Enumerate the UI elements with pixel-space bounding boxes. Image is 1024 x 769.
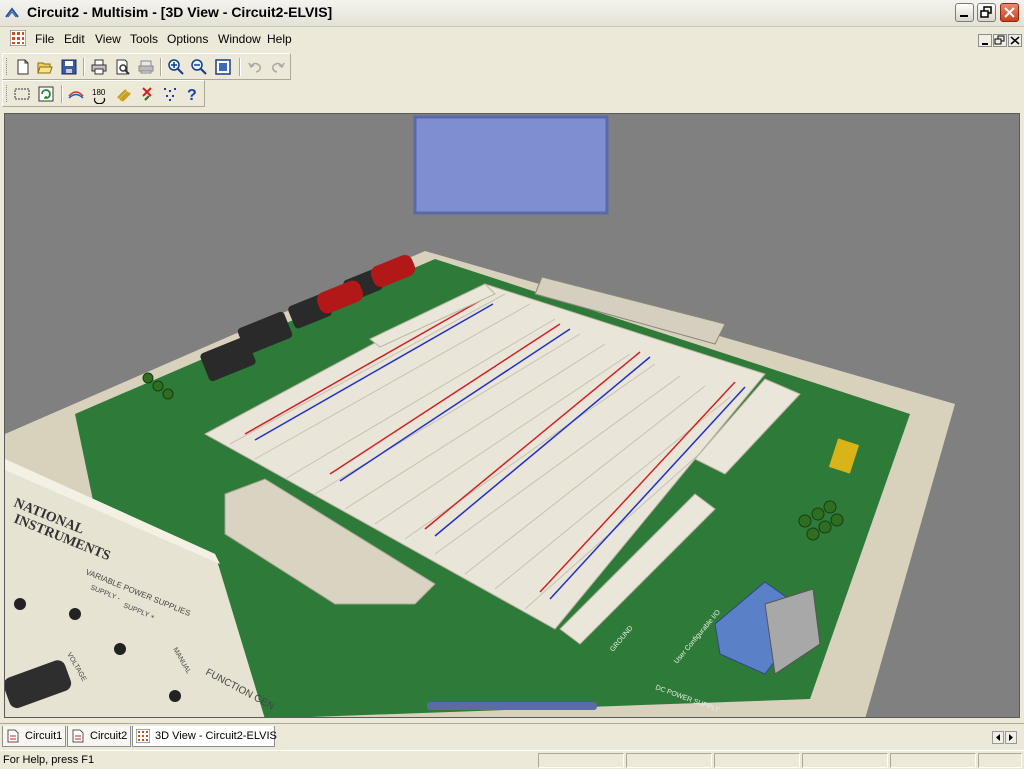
toolbar-grip[interactable] [6, 85, 10, 102]
multisim-app-icon[interactable] [4, 5, 20, 21]
restore-button[interactable] [977, 3, 996, 22]
minimize-icon [960, 15, 968, 17]
mdi-minimize-button[interactable] [978, 34, 992, 47]
document-tab-bar: Circuit1 Circuit2 3D View - Circuit2-ELV… [0, 723, 1024, 750]
menu-window[interactable]: Window [218, 32, 261, 46]
status-pane [802, 753, 888, 768]
menu-bar: File Edit View Tools Options Window Help [0, 27, 1024, 51]
3d-viewport[interactable]: NATIONAL INSTRUMENTS VARIABLE POWER SUPP… [4, 113, 1020, 718]
status-pane [714, 753, 800, 768]
new-button[interactable] [13, 57, 33, 77]
display-panel [413, 115, 609, 215]
close-icon [1010, 36, 1020, 45]
status-pane [538, 753, 624, 768]
open-button[interactable] [35, 57, 55, 77]
status-bar: For Help, press F1 [0, 750, 1024, 769]
menu-view[interactable]: View [95, 32, 121, 46]
restore-icon [994, 35, 1005, 45]
redo-button[interactable] [268, 57, 288, 77]
snap-icon [164, 88, 176, 101]
bottom-handle [427, 702, 597, 710]
toolbar-grip[interactable] [6, 58, 10, 75]
standard-toolbar [2, 53, 291, 80]
tab-label: Circuit2 [90, 730, 128, 742]
components-button[interactable] [114, 84, 134, 104]
save-button[interactable] [59, 57, 79, 77]
status-help-text: For Help, press F1 [3, 754, 95, 766]
help-icon: ? [187, 87, 197, 102]
tab-circuit1[interactable]: Circuit1 [2, 726, 66, 747]
arrow-right-icon [1009, 734, 1013, 741]
snap-button[interactable] [160, 84, 180, 104]
wire-icon [68, 91, 84, 99]
print-preview-icon [116, 59, 130, 75]
title-bar[interactable]: Circuit2 - Multisim - [3D View - Circuit… [0, 0, 1024, 27]
menu-options[interactable]: Options [167, 32, 208, 46]
new-file-icon [17, 59, 29, 75]
undo-icon [248, 62, 261, 73]
zoom-in-button[interactable] [166, 57, 186, 77]
elvis-3d-scene[interactable]: NATIONAL INSTRUMENTS VARIABLE POWER SUPP… [5, 114, 1020, 718]
restore-icon [980, 6, 992, 18]
print-button[interactable] [89, 57, 109, 77]
arrow-left-icon [996, 734, 1000, 741]
tab-scroll-left-button[interactable] [992, 731, 1004, 744]
minimize-icon [982, 43, 988, 45]
rotate-180-button[interactable]: 180 [89, 84, 109, 104]
tab-label: Circuit1 [25, 730, 63, 742]
tab-scroll-right-button[interactable] [1005, 731, 1017, 744]
delete-marker-icon [142, 87, 152, 101]
circuit-doc-icon [72, 729, 84, 743]
circuit-doc-icon [7, 729, 19, 743]
refresh-button[interactable] [36, 84, 56, 104]
zoom-in-icon [168, 59, 184, 75]
menu-edit[interactable]: Edit [64, 32, 85, 46]
3d-toolbar: 180 ? [2, 80, 205, 107]
document-grid-icon [136, 729, 150, 743]
status-pane [626, 753, 712, 768]
redo-icon [272, 62, 285, 73]
svg-text:?: ? [187, 87, 197, 102]
select-region-icon [14, 88, 30, 100]
window-title: Circuit2 - Multisim - [3D View - Circuit… [27, 4, 333, 20]
minimize-button[interactable] [955, 3, 974, 22]
tab-label: 3D View - Circuit2-ELVIS [155, 730, 277, 742]
mdi-close-button[interactable] [1008, 34, 1022, 47]
close-button[interactable] [1000, 3, 1019, 22]
zoom-fit-icon [215, 59, 231, 75]
undo-button[interactable] [245, 57, 265, 77]
refresh-icon [38, 86, 54, 102]
rotate-180-icon: 180 [92, 88, 106, 104]
components-icon [117, 89, 131, 102]
print-circuit-button[interactable] [136, 57, 156, 77]
help-button[interactable]: ? [182, 84, 202, 104]
zoom-fit-button[interactable] [213, 57, 233, 77]
mdi-restore-button[interactable] [993, 34, 1007, 47]
zoom-out-icon [191, 59, 207, 75]
menu-file[interactable]: File [35, 32, 54, 46]
tab-circuit2[interactable]: Circuit2 [67, 726, 131, 747]
wire-button[interactable] [66, 84, 86, 104]
document-grid-icon[interactable] [10, 30, 26, 46]
menu-help[interactable]: Help [267, 32, 292, 46]
print-icon [91, 59, 107, 75]
zoom-out-button[interactable] [189, 57, 209, 77]
status-pane [978, 753, 1022, 768]
print-preview-button[interactable] [113, 57, 133, 77]
rotate-label: 180 [92, 88, 106, 97]
open-folder-icon [37, 62, 53, 74]
delete-marker-button[interactable] [137, 84, 157, 104]
print-circuit-icon [138, 60, 154, 74]
close-icon [1004, 7, 1015, 18]
select-region-button[interactable] [12, 84, 32, 104]
save-icon [61, 59, 77, 75]
tab-3d-view[interactable]: 3D View - Circuit2-ELVIS [132, 726, 277, 747]
status-pane [890, 753, 976, 768]
menu-tools[interactable]: Tools [130, 32, 158, 46]
